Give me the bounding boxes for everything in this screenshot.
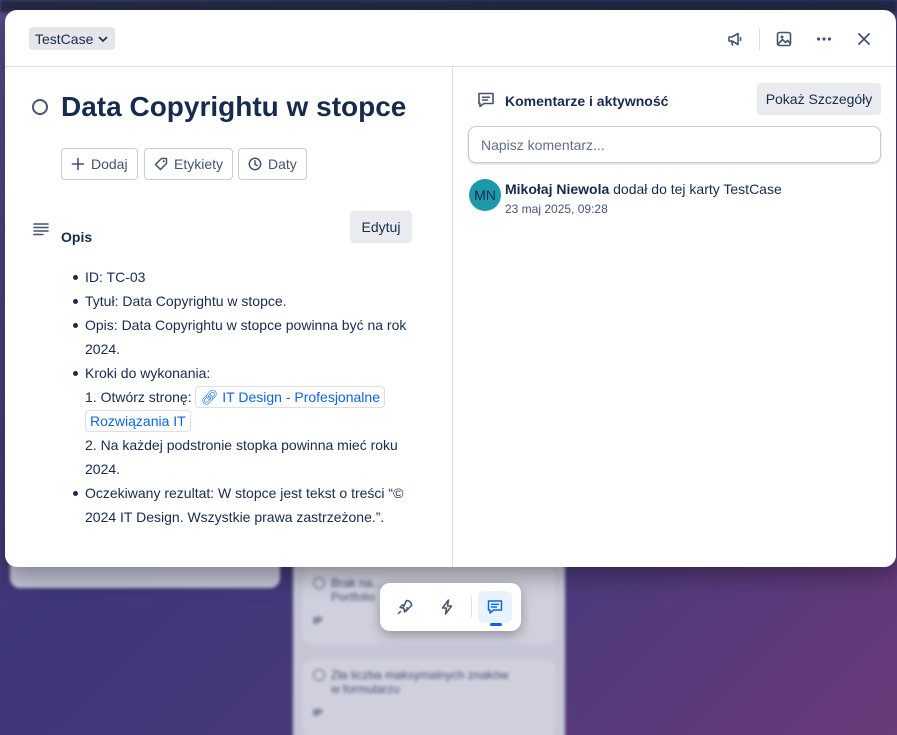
activity-action: dodał do tej karty TestCase	[613, 181, 782, 197]
add-button[interactable]: Dodaj	[61, 148, 138, 180]
comment-icon	[478, 92, 494, 108]
board-card[interactable]: Zła liczba maksymalnych znaków w formula…	[303, 660, 555, 735]
description-content[interactable]: ID: TC-03 Tytuł: Data Copyrightu w stopc…	[67, 265, 417, 529]
step-1-text: 1. Otwórz stronę:	[85, 389, 192, 405]
card-title-line: Portfolio	[331, 590, 376, 604]
card-main-pane: Data Copyrightu w stopce Dodaj Etykiety …	[5, 67, 452, 567]
list-selector-button[interactable]: TestCase	[29, 27, 116, 50]
image-icon[interactable]	[770, 26, 798, 52]
steps-heading: Kroki do wykonania:	[85, 365, 211, 381]
description-list: ID: TC-03 Tytuł: Data Copyrightu w stopc…	[67, 265, 417, 529]
card-checkbox-icon	[313, 669, 325, 681]
description-heading: Opis	[61, 229, 93, 245]
list-item: Kroki do wykonania: 1. Otwórz stronę: 🔗︎…	[67, 361, 417, 481]
card-title[interactable]: Data Copyrightu w stopce	[61, 91, 406, 123]
card-title-line: Zła liczba maksymalnych znaków	[331, 668, 509, 682]
rocket-icon[interactable]	[388, 591, 422, 623]
comment-icon[interactable]	[478, 591, 512, 623]
plus-icon	[71, 157, 85, 171]
avatar[interactable]: MN	[469, 179, 501, 211]
list-item: ID: TC-03	[67, 265, 417, 289]
labels-button-label: Etykiety	[174, 156, 224, 172]
comments-pane: Komentarze i aktywność Pokaż Szczegóły N…	[453, 67, 896, 567]
activity-timestamp[interactable]: 23 maj 2025, 09:28	[505, 202, 608, 216]
bolt-icon[interactable]	[430, 591, 464, 623]
card-tag: IP	[313, 708, 323, 719]
toolbar-divider	[471, 597, 472, 617]
labels-button[interactable]: Etykiety	[144, 148, 234, 180]
card-title-line: w formularzu	[331, 682, 400, 696]
modal-header: TestCase	[5, 10, 896, 67]
card-checkbox-icon	[313, 577, 325, 589]
tag-icon	[154, 157, 168, 171]
show-details-button[interactable]: Pokaż Szczegóły	[757, 83, 881, 115]
clock-icon	[248, 157, 262, 171]
chevron-down-icon	[99, 36, 108, 42]
step-2-text: 2. Na każdej podstronie stopka powinna m…	[85, 437, 398, 477]
add-button-label: Dodaj	[91, 156, 128, 172]
list-name: TestCase	[35, 30, 94, 47]
close-icon[interactable]	[850, 26, 878, 52]
card-title-line: Brak na…	[331, 576, 385, 590]
card-detail-modal: TestCase Data Copyrightu w stopce Dodaj …	[5, 10, 896, 567]
bottom-toolbar	[380, 583, 521, 631]
dates-button[interactable]: Daty	[238, 148, 307, 180]
description-icon	[33, 223, 49, 236]
list-item: Tytuł: Data Copyrightu w stopce.	[67, 289, 417, 313]
active-indicator	[490, 623, 502, 626]
comment-input[interactable]: Napisz komentarz...	[468, 126, 881, 163]
link-icon: 🔗︎	[200, 389, 219, 405]
edit-description-button[interactable]: Edytuj	[350, 211, 412, 243]
activity-entry: Mikołaj Niewola dodał do tej karty TestC…	[505, 181, 782, 197]
dates-button-label: Daty	[268, 156, 297, 172]
activity-user[interactable]: Mikołaj Niewola	[505, 181, 609, 197]
comments-heading: Komentarze i aktywność	[505, 93, 669, 109]
list-item: Opis: Data Copyrightu w stopce powinna b…	[67, 313, 417, 361]
more-icon[interactable]	[810, 26, 838, 52]
megaphone-icon[interactable]	[721, 26, 749, 52]
comment-input-placeholder: Napisz komentarz...	[481, 136, 605, 153]
list-item: Oczekiwany rezultat: W stopce jest tekst…	[67, 481, 417, 529]
header-divider	[759, 28, 760, 50]
complete-checkbox-icon[interactable]	[32, 99, 48, 115]
